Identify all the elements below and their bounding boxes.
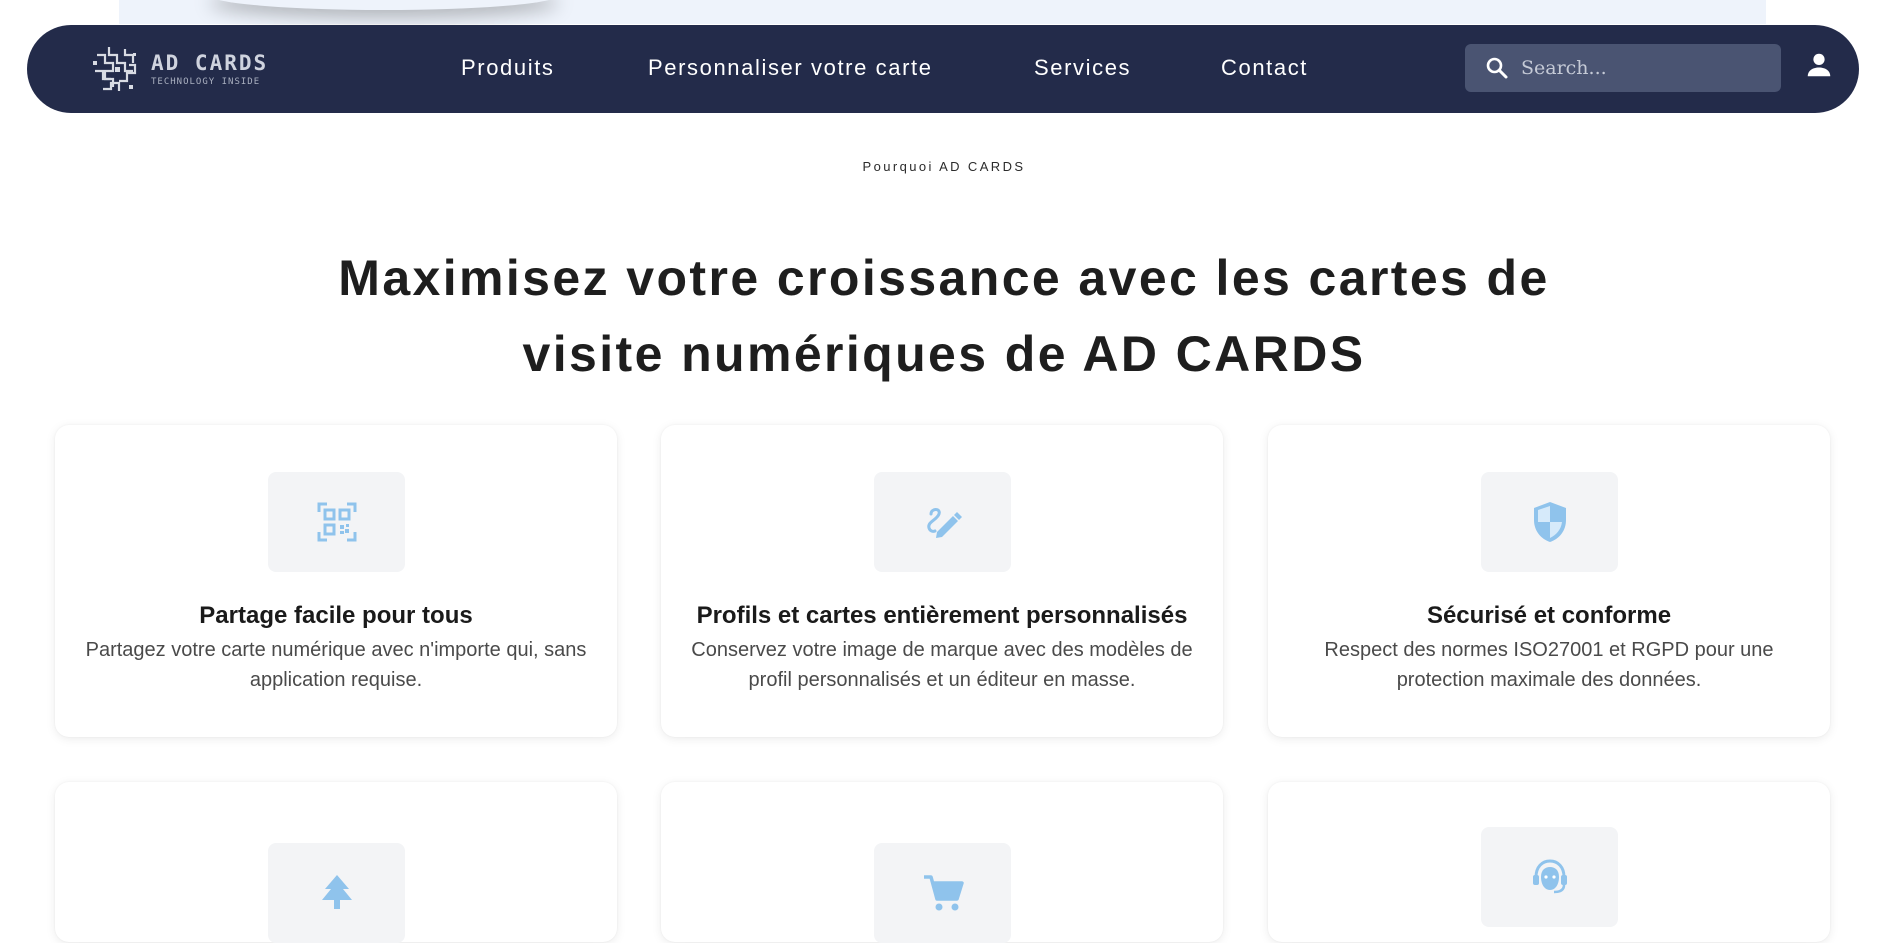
feature-card: Sécurisé et conforme Respect des normes …: [1268, 425, 1830, 737]
feature-card: [661, 782, 1223, 943]
feature-card: [55, 782, 617, 943]
feature-description: Partagez votre carte numérique avec n'im…: [85, 639, 587, 691]
feature-icon-box: [874, 843, 1011, 943]
feature-card: [1268, 782, 1830, 942]
feature-icon-box: [268, 843, 405, 943]
search-icon: [1486, 57, 1508, 79]
navbar: AD CARDS TECHNOLOGY INSIDE Produits Pers…: [27, 25, 1859, 113]
shopping-cart-icon: [923, 875, 964, 911]
banner-shadow: [209, 0, 559, 10]
shield-icon: [1533, 502, 1566, 542]
feature-icon-box: [268, 472, 405, 572]
feature-description: Respect des normes ISO27001 et RGPD pour…: [1324, 639, 1774, 691]
feature-card: Profils et cartes entièrement personnali…: [661, 425, 1223, 737]
feature-icon-box: [1481, 472, 1618, 572]
feature-icon-box: [874, 472, 1011, 572]
nav-link-produits[interactable]: Produits: [461, 55, 555, 81]
nav-link-services[interactable]: Services: [1034, 55, 1131, 81]
qr-code-icon: [317, 502, 356, 542]
tree-icon: [321, 875, 352, 909]
feature-icon-box: [1481, 827, 1618, 927]
support-agent-icon: [1532, 859, 1567, 894]
search-box[interactable]: [1465, 44, 1781, 92]
feature-title: Partage facile pour tous: [199, 602, 473, 629]
feature-title: Profils et cartes entièrement personnali…: [696, 602, 1188, 629]
user-icon[interactable]: [1804, 50, 1834, 80]
feature-card: Partage facile pour tous Partagez votre …: [55, 425, 617, 737]
feature-description: Conservez votre image de marque avec des…: [691, 639, 1193, 691]
section-eyebrow: Pourquoi AD CARDS: [862, 159, 1026, 174]
top-banner-strip: [119, 0, 1766, 24]
edit-pencil-icon: [926, 508, 962, 538]
nav-link-personnaliser[interactable]: Personnaliser votre carte: [648, 55, 933, 81]
nav-link-contact[interactable]: Contact: [1221, 55, 1308, 81]
search-input[interactable]: [1519, 56, 1773, 80]
page-headline: Maximisez votre croissance avec les cart…: [338, 250, 1550, 382]
feature-title: Sécurisé et conforme: [1426, 602, 1672, 629]
